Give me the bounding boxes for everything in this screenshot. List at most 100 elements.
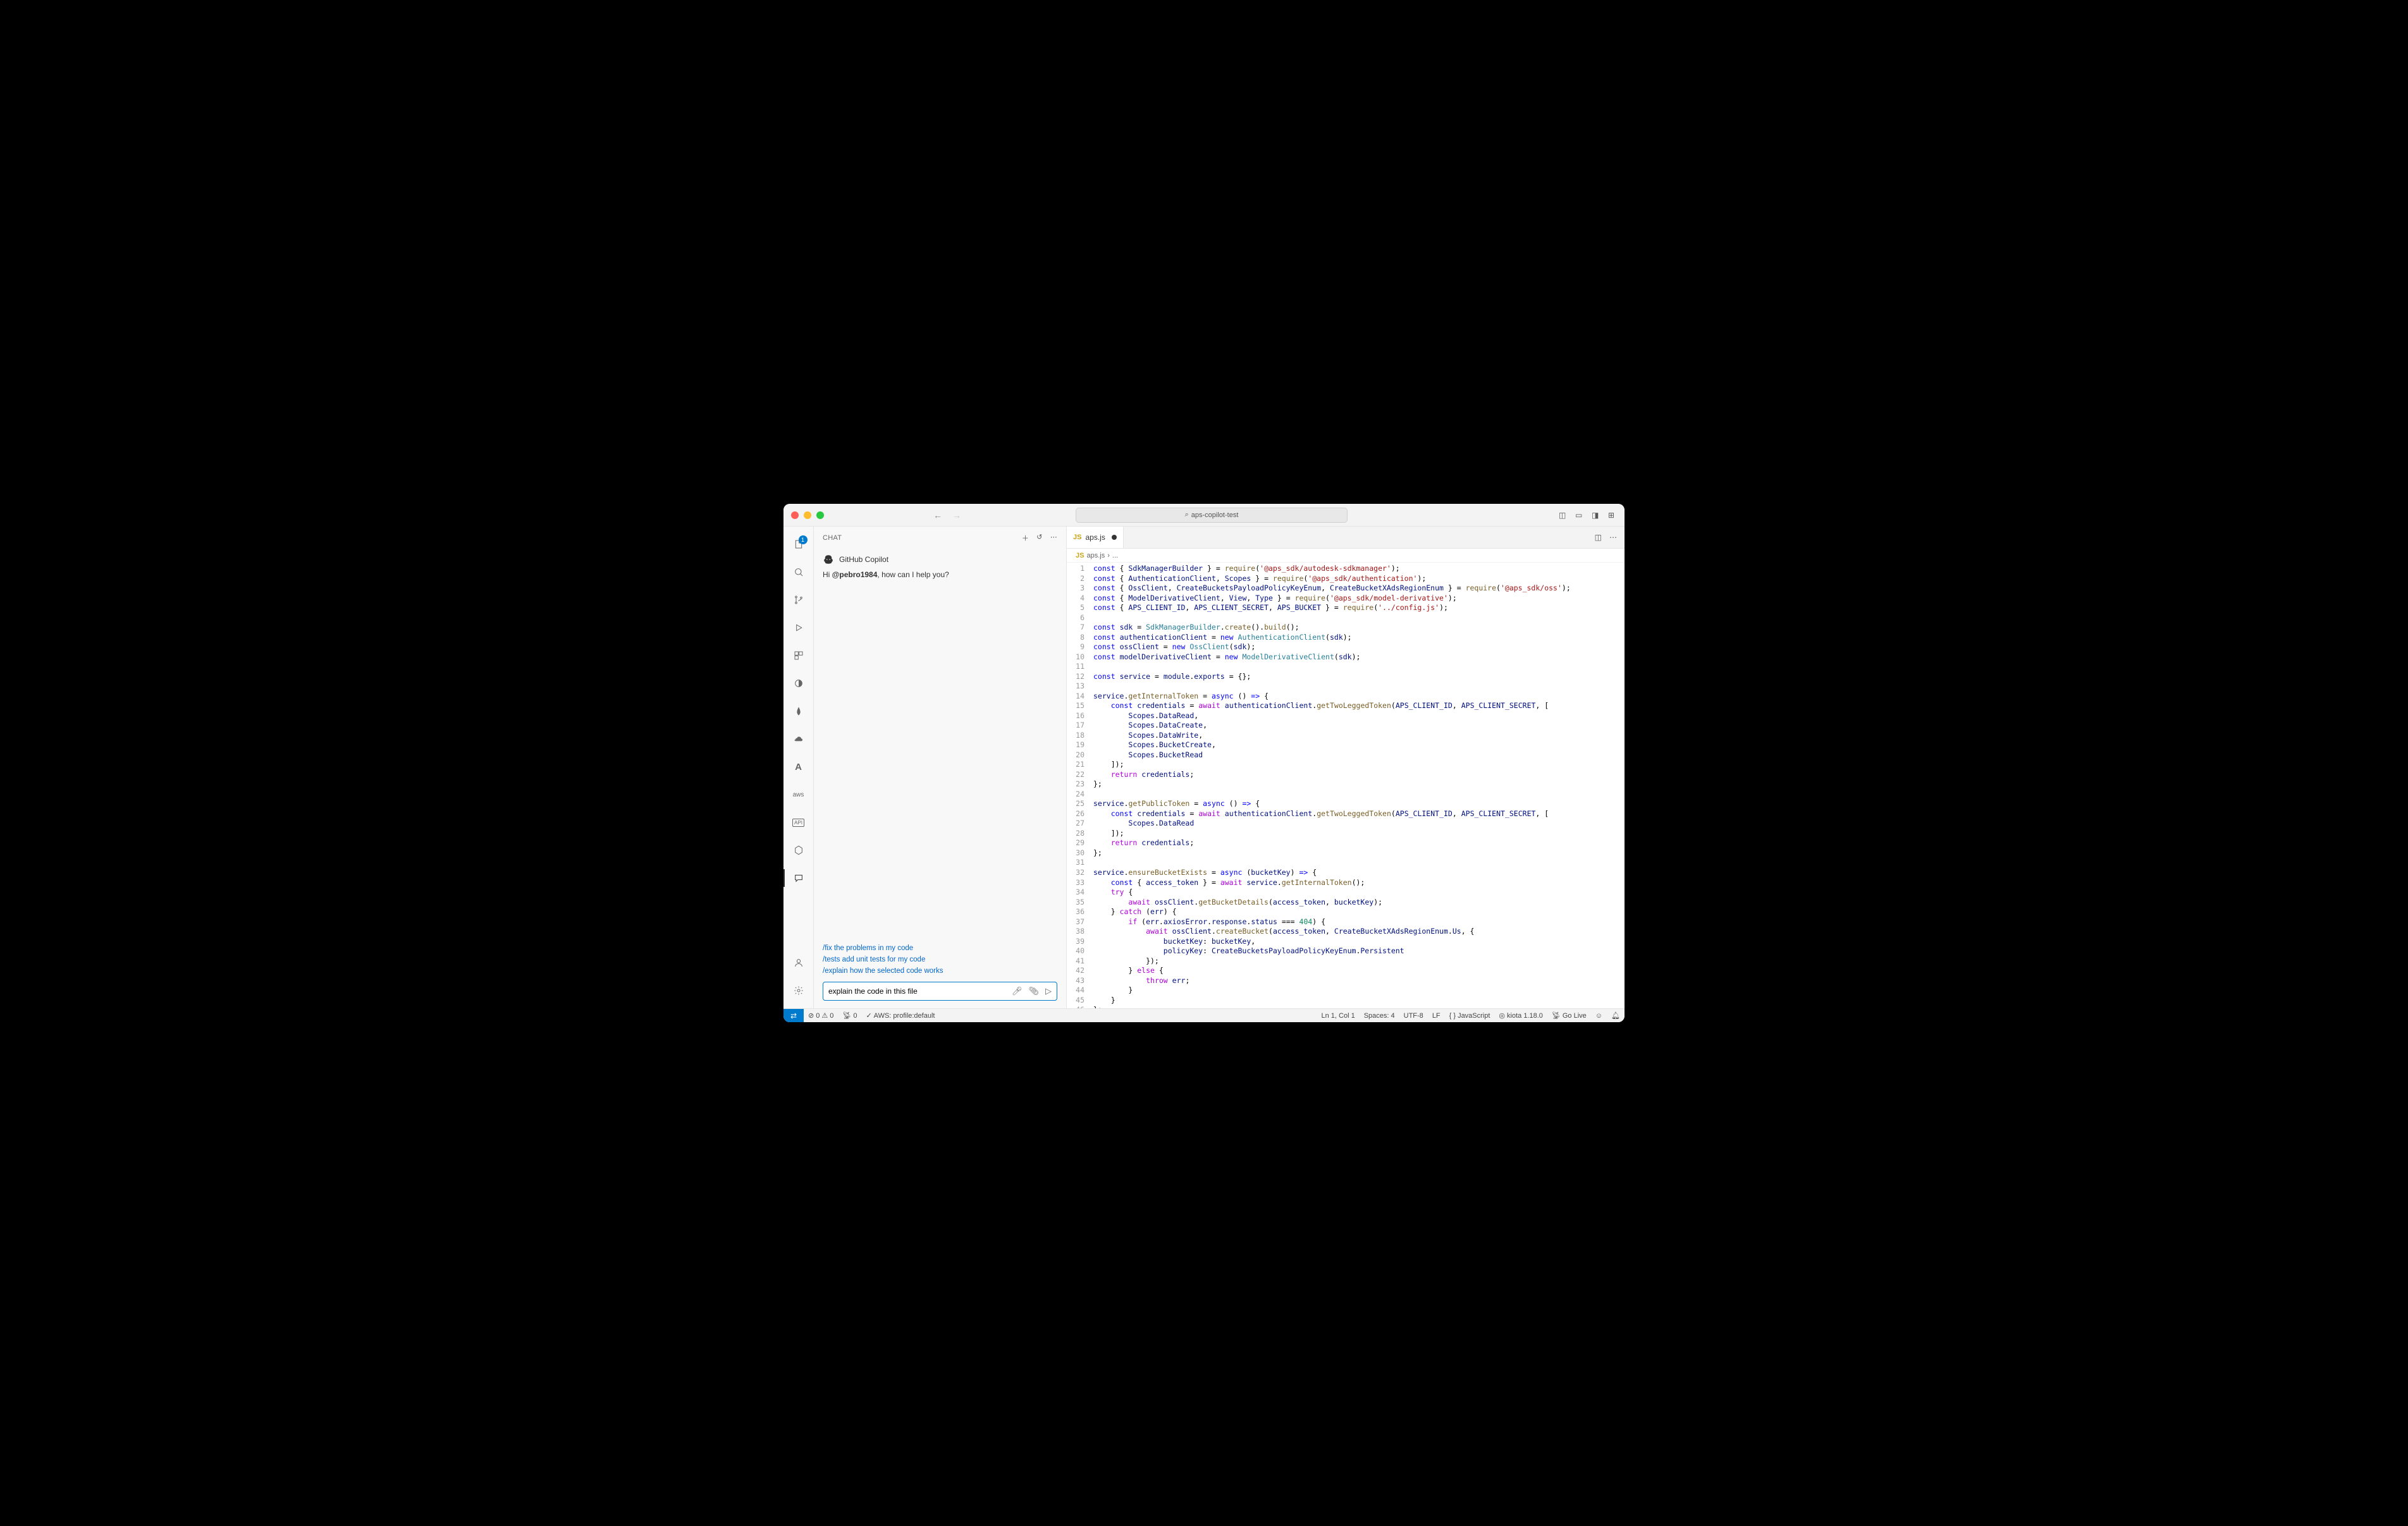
beaker-icon [794,678,804,688]
chat-input[interactable]: 🎤︎ 📎︎ ▷ [823,982,1057,1001]
activity-run-debug[interactable] [783,615,814,640]
status-kiota[interactable]: ◎kiota 1.18.0 [1494,1011,1547,1020]
activity-search[interactable] [783,559,814,585]
azure-icon: A [795,762,802,772]
chat-suggestion[interactable]: /fix the problems in my code [823,943,1057,954]
chat-input-wrap: 🎤︎ 📎︎ ▷ [814,982,1066,1008]
smiley-icon: ☺ [1595,1012,1602,1020]
activity-aws[interactable]: aws [783,782,814,807]
activity-mongo[interactable] [783,699,814,724]
new-chat-icon[interactable]: ＋ [1022,533,1029,543]
activity-accounts[interactable] [783,950,814,975]
close-window-button[interactable] [791,511,799,519]
history-icon[interactable]: ↺ [1036,533,1043,543]
js-file-icon: JS [1076,552,1084,559]
customize-layout-icon[interactable]: ⊞ [1608,511,1617,520]
chat-username: @pebro1984 [832,570,878,579]
split-editor-icon[interactable]: ◫ [1595,533,1602,542]
search-icon [794,567,804,577]
vscode-window: ← → ⌕ aps-copilot-test ◫ ▭ ◨ ⊞ 1 [783,504,1625,1022]
command-center[interactable]: ⌕ aps-copilot-test [1076,508,1348,523]
dirty-indicator-icon [1112,535,1117,540]
titlebar-actions: ◫ ▭ ◨ ⊞ [1559,511,1617,520]
chat-input-actions: 🎤︎ 📎︎ ▷ [1012,986,1052,996]
breadcrumb-suffix: ... [1112,552,1118,559]
tab-name: aps.js [1085,533,1105,542]
send-icon[interactable]: ▷ [1045,986,1052,996]
status-problems[interactable]: ⊘0 ⚠0 [804,1011,838,1020]
hexagon-icon [794,845,804,855]
maximize-window-button[interactable] [816,511,824,519]
breadcrumb-file: aps.js [1086,552,1105,559]
extensions-icon [794,650,804,661]
person-icon [794,958,804,968]
code-editor[interactable]: 1234567891011121314151617181920212223242… [1067,563,1625,1008]
minimize-window-button[interactable] [804,511,811,519]
status-feedback[interactable]: ☺ [1591,1011,1607,1020]
line-gutter: 1234567891011121314151617181920212223242… [1067,563,1093,1008]
toggle-panel-icon[interactable]: ◫ [1559,511,1568,520]
more-icon[interactable]: ⋯ [1050,533,1057,543]
breadcrumb[interactable]: JS aps.js › ... [1067,549,1625,563]
copilot-name: GitHub Copilot [839,555,888,564]
status-aws[interactable]: ✓AWS: profile:default [861,1011,939,1020]
activity-source-control[interactable] [783,587,814,613]
braces-icon: { } [1449,1012,1456,1020]
chat-suggestion[interactable]: /tests add unit tests for my code [823,954,1057,965]
activity-copilot-ext[interactable] [783,838,814,863]
toggle-sidebar-icon[interactable]: ◨ [1592,511,1600,520]
activity-testing[interactable] [783,671,814,696]
mic-icon[interactable]: 🎤︎ [1012,986,1023,996]
branch-icon [794,595,804,605]
api-icon: API [792,819,804,827]
remote-indicator[interactable]: ⇄ [783,1009,804,1022]
status-encoding[interactable]: UTF-8 [1399,1011,1428,1020]
chat-title: CHAT [823,534,842,542]
play-bug-icon [794,623,804,633]
attach-icon[interactable]: 📎︎ [1028,986,1039,996]
statusbar-right: Ln 1, Col 1 Spaces: 4 UTF-8 LF { }JavaSc… [1317,1011,1625,1020]
target-icon: ◎ [1499,1011,1505,1020]
status-spaces[interactable]: Spaces: 4 [1360,1011,1399,1020]
activity-azure[interactable]: A [783,754,814,779]
chat-input-field[interactable] [828,987,1012,996]
bell-icon: 🔔︎ [1611,1011,1620,1020]
leaf-icon [794,706,804,716]
error-icon: ⊘ [808,1011,814,1020]
activity-settings[interactable] [783,978,814,1003]
activity-cloud[interactable] [783,726,814,752]
activity-extensions[interactable] [783,643,814,668]
explorer-badge: 1 [799,535,808,544]
copilot-icon [823,554,834,565]
activity-api[interactable]: API [783,810,814,835]
chat-greeting: Hi @pebro1984, how can I help you? [823,570,1057,579]
window-title: aps-copilot-test [1191,511,1239,519]
status-eol[interactable]: LF [1428,1011,1445,1020]
chat-messages: GitHub Copilot Hi @pebro1984, how can I … [814,549,1066,940]
chat-suggestion[interactable]: /explain how the selected code works [823,965,1057,977]
activity-explorer[interactable]: 1 [783,532,814,557]
body-area: 1 A [783,527,1625,1008]
status-ports[interactable]: 📡︎0 [838,1011,861,1020]
antenna-icon: 📡︎ [842,1011,851,1020]
toggle-bottom-panel-icon[interactable]: ▭ [1575,511,1584,520]
nav-back-icon[interactable]: ← [930,509,946,522]
warning-icon: ⚠ [821,1011,828,1020]
more-actions-icon[interactable]: ⋯ [1609,533,1617,542]
activity-chat[interactable] [783,865,814,891]
search-icon: ⌕ [1185,511,1189,519]
title-bar: ← → ⌕ aps-copilot-test ◫ ▭ ◨ ⊞ [783,504,1625,527]
gear-icon [794,986,804,996]
nav-forward-icon[interactable]: → [949,509,965,522]
status-golive[interactable]: 📡︎Go Live [1547,1011,1591,1020]
status-bell[interactable]: 🔔︎ [1607,1011,1625,1020]
chevron-right-icon: › [1107,552,1110,559]
status-cursor[interactable]: Ln 1, Col 1 [1317,1011,1360,1020]
chat-header: CHAT ＋ ↺ ⋯ [814,527,1066,549]
editor-tab[interactable]: JS aps.js [1067,527,1124,548]
broadcast-icon: 📡︎ [1552,1011,1561,1020]
code-content[interactable]: const { SdkManagerBuilder } = require('@… [1093,563,1571,1008]
status-language[interactable]: { }JavaScript [1445,1011,1495,1020]
tab-actions: ◫ ⋯ [1587,527,1625,548]
chat-header-actions: ＋ ↺ ⋯ [1022,533,1057,543]
